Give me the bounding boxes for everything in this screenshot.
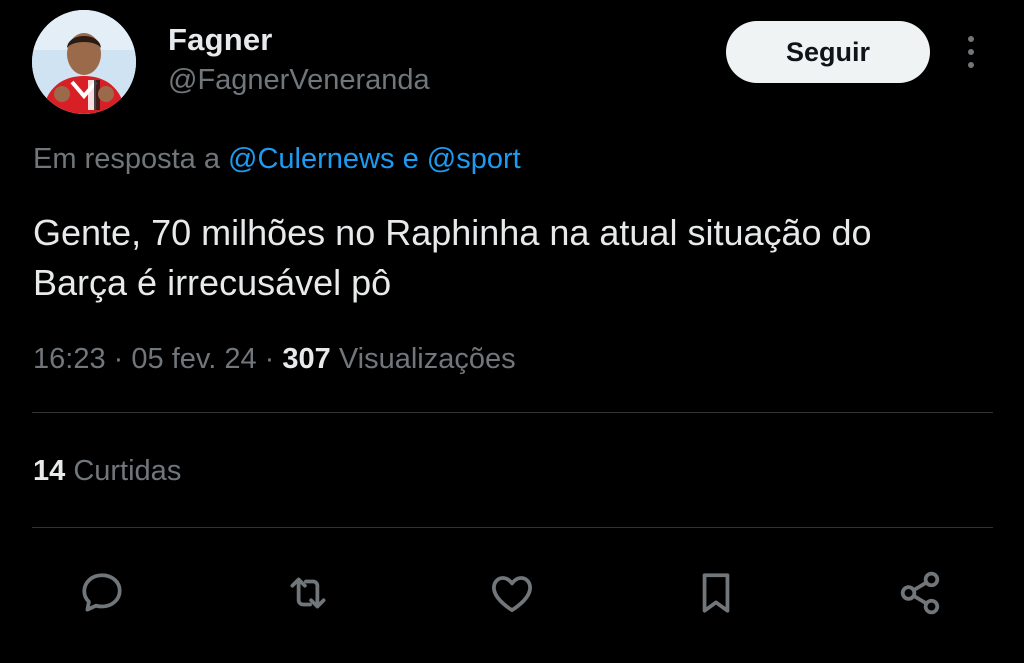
- reply-context-prefix: Em resposta a: [33, 143, 220, 175]
- more-options-icon[interactable]: [956, 32, 986, 72]
- bookmark-icon: [702, 573, 730, 613]
- share-button[interactable]: [893, 566, 947, 620]
- tweet-time[interactable]: 16:23: [33, 343, 106, 375]
- reply-icon: [82, 573, 122, 612]
- likes-count: 14: [33, 455, 66, 487]
- bookmark-button[interactable]: [689, 566, 743, 620]
- reply-context: Em resposta a @Culernews e @sport: [33, 143, 521, 176]
- mention-link-culernews[interactable]: @Culernews: [228, 143, 394, 175]
- likes-summary[interactable]: 14 Curtidas: [33, 455, 181, 488]
- divider: [32, 412, 993, 413]
- meta-separator: ·: [113, 343, 124, 375]
- views-label: Visualizações: [338, 343, 516, 375]
- views-count: 307: [282, 343, 331, 375]
- mention-link-sport[interactable]: @sport: [427, 143, 521, 175]
- retweet-button[interactable]: [281, 566, 335, 620]
- tweet-text-line: Barça é irrecusável pô: [33, 262, 392, 303]
- like-icon: [492, 576, 532, 612]
- reply-context-joiner[interactable]: e: [403, 143, 419, 175]
- tweet-meta: 16:23 · 05 fev. 24 · 307 Visualizações: [33, 343, 516, 376]
- divider: [32, 527, 993, 528]
- like-button[interactable]: [485, 566, 539, 620]
- author-handle[interactable]: @FagnerVeneranda: [168, 64, 430, 97]
- reply-button[interactable]: [75, 566, 129, 620]
- avatar[interactable]: [32, 10, 136, 114]
- follow-button[interactable]: Seguir: [726, 21, 930, 83]
- tweet-text-line: Gente, 70 milhões no Raphinha na atual s…: [33, 212, 872, 253]
- likes-label: Curtidas: [73, 455, 182, 487]
- retweet-icon: [290, 577, 326, 609]
- avatar-image: [32, 10, 136, 114]
- share-icon: [900, 571, 940, 615]
- meta-separator: ·: [264, 343, 275, 375]
- tweet-text: Gente, 70 milhões no Raphinha na atual s…: [33, 208, 1003, 308]
- tweet-date[interactable]: 05 fev. 24: [131, 343, 256, 375]
- author-display-name[interactable]: Fagner: [168, 22, 273, 58]
